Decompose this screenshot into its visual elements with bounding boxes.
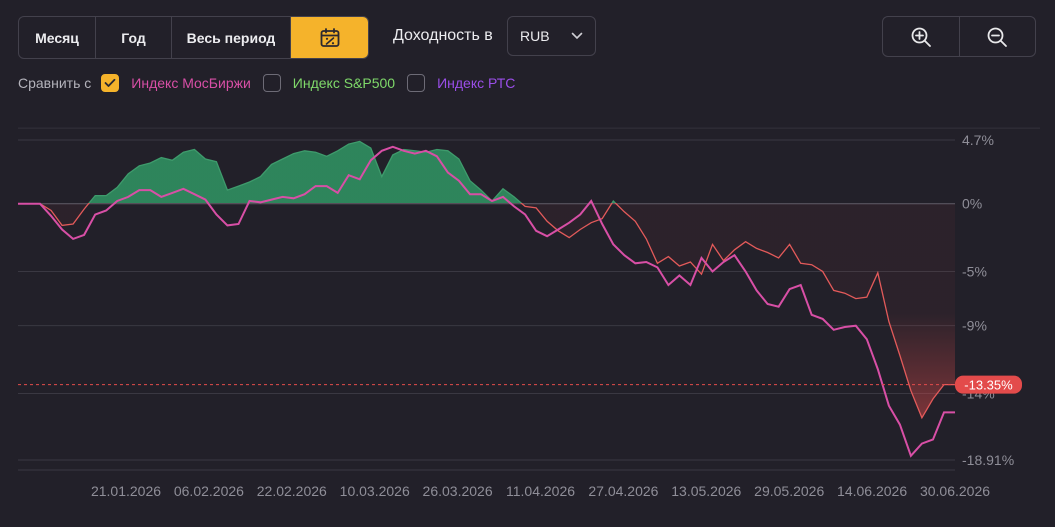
performance-chart: 4.7%0%-5%-9%-14%-18.91% 21.01.202606.02.… (18, 127, 1040, 499)
x-tick-label: 13.05.2026 (671, 483, 741, 499)
zoom-in-icon (911, 27, 931, 47)
x-tick-label: 30.06.2026 (920, 483, 990, 499)
x-tick-label: 26.03.2026 (423, 483, 493, 499)
y-tick-label: -9% (962, 318, 987, 334)
x-tick-label: 06.02.2026 (174, 483, 244, 499)
compare-sp500[interactable]: Индекс S&P500 (262, 74, 396, 92)
x-tick-label: 29.05.2026 (754, 483, 824, 499)
check-icon (104, 78, 116, 87)
current-value-label: -13.35% (964, 378, 1013, 393)
compare-moex[interactable]: Индекс МосБиржи (101, 74, 251, 92)
currency-value: RUB (520, 28, 550, 44)
yield-label: Доходность в (393, 27, 493, 44)
checkbox-unchecked[interactable] (262, 74, 281, 92)
y-tick-label: 4.7% (962, 132, 994, 148)
zoom-in-button[interactable] (883, 17, 960, 56)
zoom-out-button[interactable] (960, 17, 1036, 56)
positive-area (89, 141, 616, 203)
x-tick-label: 11.04.2026 (506, 483, 575, 499)
x-tick-label: 22.02.2026 (257, 483, 327, 499)
period-year-button[interactable]: Год (96, 17, 172, 58)
custom-period-button[interactable] (291, 17, 368, 58)
compare-rts-label: Индекс РТС (437, 75, 516, 91)
currency-select[interactable]: RUB (507, 16, 596, 56)
x-tick-label: 14.06.2026 (837, 483, 907, 499)
period-all-button[interactable]: Весь период (172, 17, 291, 58)
x-tick-label: 10.03.2026 (340, 483, 410, 499)
y-tick-label: -18.91% (962, 452, 1014, 468)
zoom-controls (882, 16, 1036, 57)
compare-label: Сравнить с (18, 75, 92, 91)
checkbox-unchecked[interactable] (407, 74, 426, 92)
y-tick-label: 0% (962, 196, 982, 212)
compare-bar: Сравнить с Индекс МосБиржи Индекс S&P500… (18, 72, 527, 94)
period-selector: Месяц Год Весь период (18, 16, 369, 59)
period-month-button[interactable]: Месяц (19, 17, 96, 58)
y-tick-label: -5% (962, 263, 987, 279)
zoom-out-icon (987, 27, 1008, 47)
compare-moex-label: Индекс МосБиржи (131, 75, 251, 91)
compare-rts[interactable]: Индекс РТС (407, 74, 515, 92)
chevron-down-icon (571, 32, 583, 40)
x-tick-label: 21.01.2026 (91, 483, 161, 499)
checkbox-checked[interactable] (101, 74, 120, 92)
calendar-percent-icon (320, 27, 339, 47)
x-tick-label: 27.04.2026 (588, 483, 658, 499)
compare-sp500-label: Индекс S&P500 (292, 75, 396, 91)
